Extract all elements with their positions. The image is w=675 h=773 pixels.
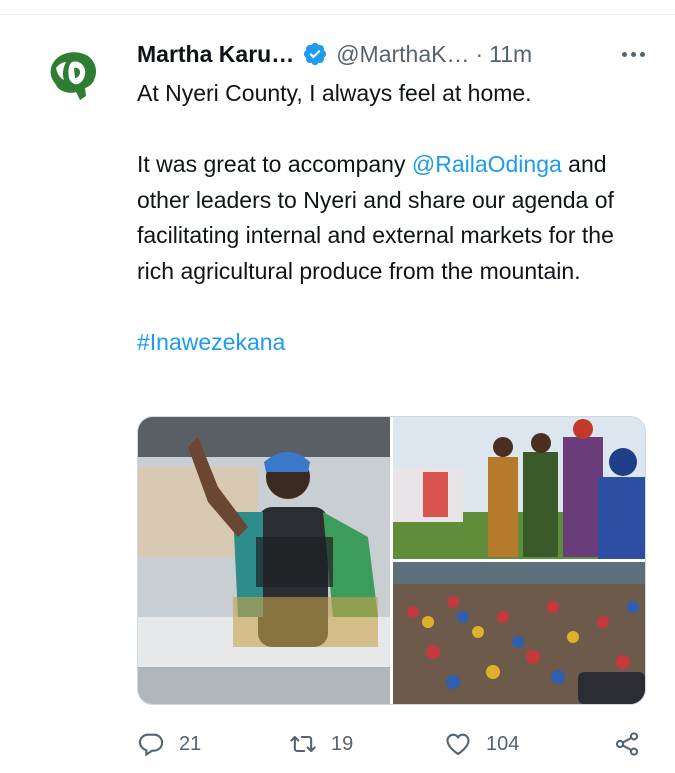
tweet-paragraph-2: It was great to accompany @RailaOdinga a…	[137, 147, 647, 289]
hashtag-link[interactable]: #Inawezekana	[137, 329, 285, 355]
top-divider	[0, 14, 675, 15]
tweet-header: Martha Karu… @MarthaK… · 11m	[137, 38, 653, 70]
like-count: 104	[486, 732, 520, 755]
reply-button[interactable]: 21	[137, 730, 201, 758]
share-button[interactable]	[613, 730, 641, 758]
tweet-text: At Nyeri County, I always feel at home. …	[137, 76, 647, 360]
more-dot-icon	[621, 51, 627, 57]
handle[interactable]: @MarthaK…	[336, 41, 469, 68]
share-icon	[615, 732, 639, 756]
tweet-text-before-mention: It was great to accompany	[137, 151, 412, 177]
profile-silhouette-icon	[36, 38, 108, 110]
media-grid	[137, 416, 646, 705]
photo-1-image	[138, 417, 390, 704]
photo-leaders-walking[interactable]	[393, 417, 645, 559]
timestamp[interactable]: 11m	[489, 41, 532, 68]
photo-3-image	[393, 562, 645, 704]
reply-icon	[138, 733, 164, 757]
retweet-button[interactable]: 19	[289, 730, 353, 758]
tweet-line-1: At Nyeri County, I always feel at home.	[137, 80, 532, 106]
avatar[interactable]	[36, 38, 108, 110]
mention-link[interactable]: @RailaOdinga	[412, 151, 562, 177]
reply-count: 21	[179, 732, 202, 755]
heart-icon	[446, 733, 470, 756]
photo-crowd[interactable]	[393, 562, 645, 704]
display-name[interactable]: Martha Karu…	[137, 41, 294, 68]
photo-2-image	[393, 417, 645, 559]
retweet-count: 19	[331, 732, 354, 755]
verified-badge-icon	[304, 42, 327, 66]
more-dot-icon	[639, 51, 645, 57]
more-dot-icon	[630, 51, 636, 57]
retweet-icon	[290, 735, 316, 753]
like-button[interactable]: 104	[444, 730, 519, 758]
more-options-button[interactable]	[613, 38, 653, 70]
tweet-actions: 21 19 104	[137, 724, 647, 764]
photo-woman-waving[interactable]	[138, 417, 390, 704]
separator-dot: ·	[475, 40, 484, 67]
